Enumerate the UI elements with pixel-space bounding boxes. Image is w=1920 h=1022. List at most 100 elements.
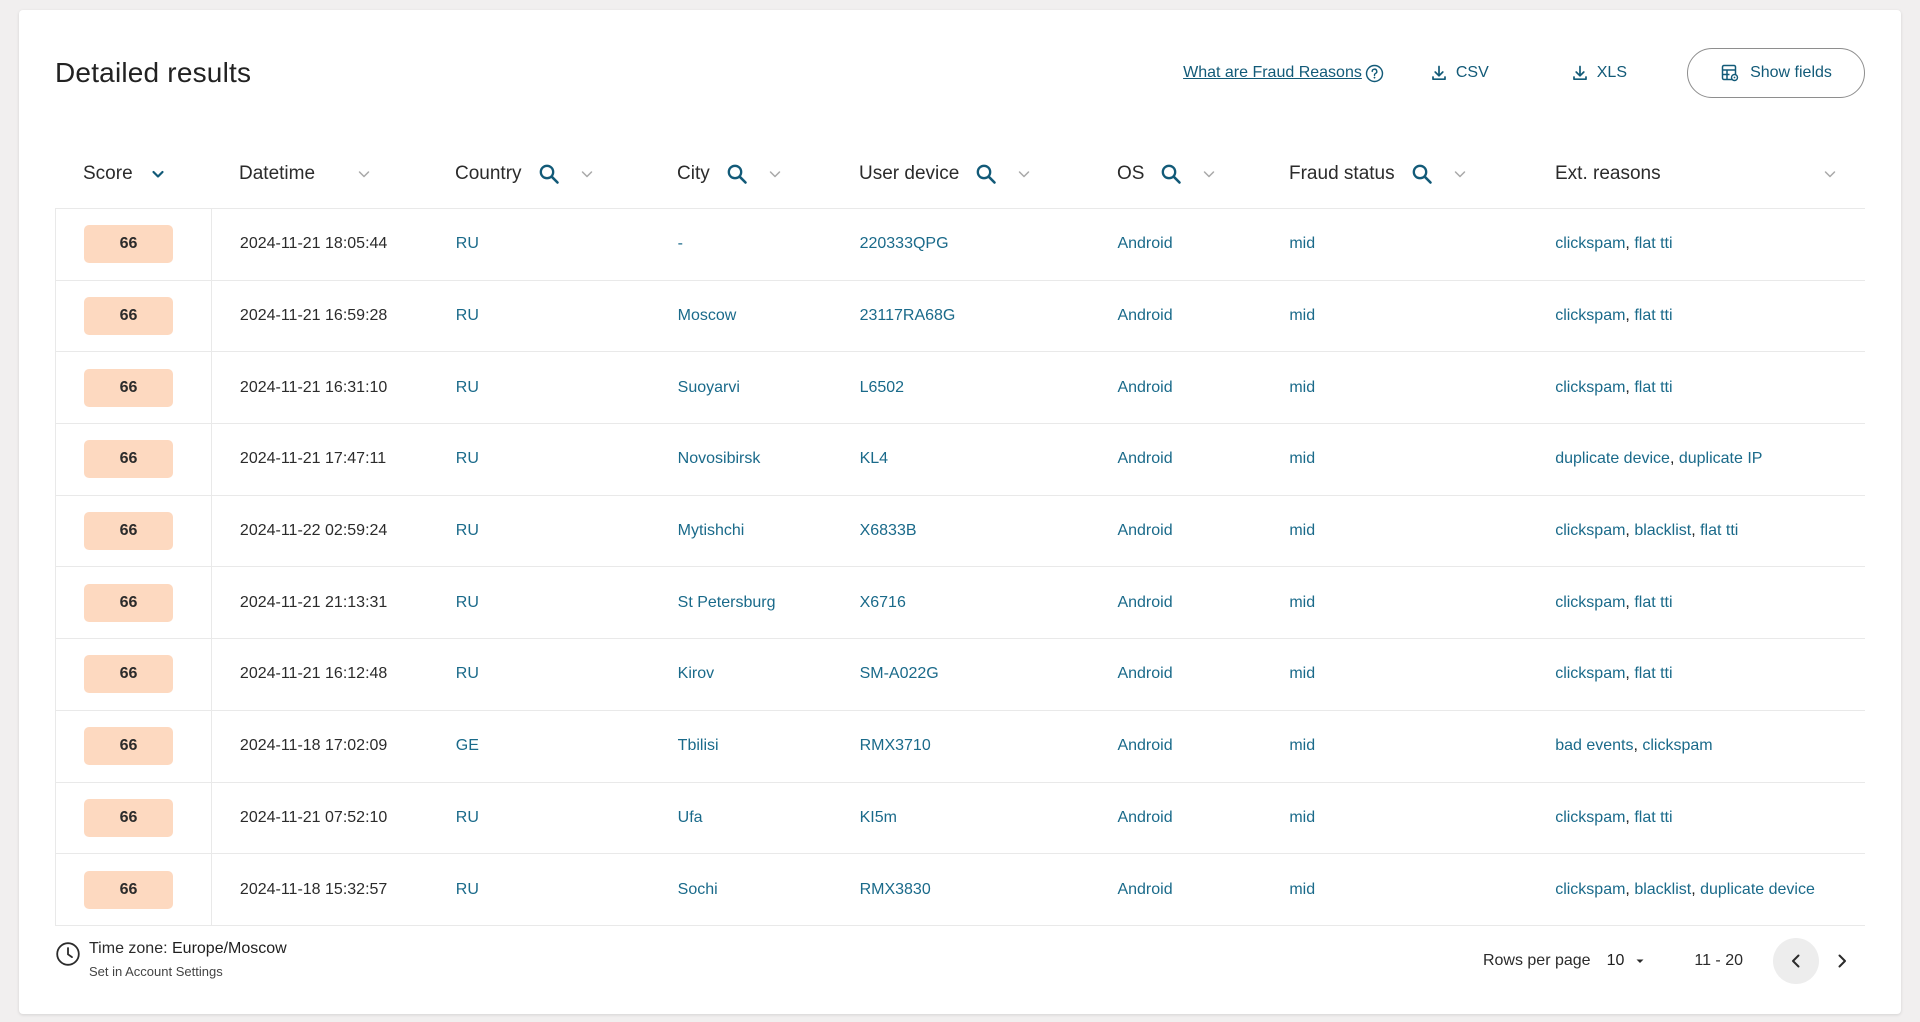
table-row[interactable]: 66 2024-11-21 16:12:48 RU Kirov SM-A022G Andr…	[56, 639, 1865, 711]
cell-city-value[interactable]: Tbilisi	[678, 737, 719, 754]
column-header-city[interactable]: City	[649, 163, 831, 185]
cell-country-value[interactable]: RU	[456, 450, 479, 467]
cell-fraud-status-value[interactable]: mid	[1289, 881, 1315, 898]
table-row[interactable]: 66 2024-11-21 21:13:31 RU St Petersburg X671…	[56, 567, 1865, 640]
download-xls-button[interactable]: XLS	[1571, 64, 1627, 82]
column-header-os[interactable]: OS	[1089, 163, 1261, 185]
table-row[interactable]: 66 2024-11-22 02:59:24 RU Mytishchi X6833B An…	[56, 495, 1865, 568]
cell-user-device-value[interactable]: X6716	[860, 594, 906, 611]
cell-city-value[interactable]: -	[678, 235, 683, 252]
table-row[interactable]: 66 2024-11-21 17:47:11 RU Novosibirsk KL4 And…	[56, 424, 1865, 496]
cell-fraud-status-value[interactable]: mid	[1289, 235, 1315, 252]
cell-user-device-value[interactable]: KL4	[860, 450, 888, 467]
chevron-down-icon[interactable]	[151, 167, 165, 181]
cell-fraud-status-value[interactable]: mid	[1289, 522, 1315, 539]
ext-reason-link[interactable]: flat tti	[1634, 665, 1672, 682]
cell-country-value[interactable]: RU	[456, 235, 479, 252]
column-header-fraud-status[interactable]: Fraud status	[1261, 163, 1527, 185]
cell-city-value[interactable]: Moscow	[678, 307, 737, 324]
cell-os-value[interactable]: Android	[1117, 522, 1172, 539]
column-header-country[interactable]: Country	[427, 163, 649, 185]
ext-reason-link[interactable]: flat tti	[1634, 307, 1672, 324]
next-page-button[interactable]	[1819, 938, 1865, 984]
ext-reason-link[interactable]: clickspam	[1555, 665, 1625, 682]
cell-country-value[interactable]: RU	[456, 522, 479, 539]
cell-city-value[interactable]: Novosibirsk	[678, 450, 761, 467]
column-header-ext-reasons[interactable]: Ext. reasons	[1527, 163, 1865, 185]
cell-user-device-value[interactable]: 220333QPG	[860, 235, 949, 252]
cell-os-value[interactable]: Android	[1117, 881, 1172, 898]
search-icon[interactable]	[975, 163, 997, 185]
cell-fraud-status-value[interactable]: mid	[1289, 450, 1315, 467]
ext-reason-link[interactable]: clickspam	[1555, 809, 1625, 826]
cell-os-value[interactable]: Android	[1117, 809, 1172, 826]
cell-user-device-value[interactable]: RMX3710	[860, 737, 931, 754]
cell-os-value[interactable]: Android	[1117, 307, 1172, 324]
cell-os-value[interactable]: Android	[1117, 450, 1172, 467]
cell-os-value[interactable]: Android	[1117, 235, 1172, 252]
cell-country-value[interactable]: RU	[456, 379, 479, 396]
cell-city-value[interactable]: Kirov	[678, 665, 714, 682]
chevron-down-icon[interactable]	[768, 167, 782, 181]
cell-country-value[interactable]: RU	[456, 881, 479, 898]
chevron-down-icon[interactable]	[1202, 167, 1216, 181]
cell-fraud-status-value[interactable]: mid	[1289, 594, 1315, 611]
chevron-down-icon[interactable]	[1823, 167, 1837, 181]
cell-fraud-status-value[interactable]: mid	[1289, 379, 1315, 396]
chevron-down-icon[interactable]	[580, 167, 594, 181]
cell-user-device-value[interactable]: L6502	[860, 379, 905, 396]
ext-reason-link[interactable]: clickspam	[1555, 307, 1625, 324]
search-icon[interactable]	[726, 163, 748, 185]
cell-user-device-value[interactable]: KI5m	[860, 809, 897, 826]
previous-page-button[interactable]	[1773, 938, 1819, 984]
cell-city-value[interactable]: Sochi	[678, 881, 718, 898]
ext-reason-link[interactable]: clickspam	[1555, 594, 1625, 611]
chevron-down-icon[interactable]	[1017, 167, 1031, 181]
column-header-datetime[interactable]: Datetime	[211, 163, 427, 185]
chevron-down-icon[interactable]	[357, 167, 371, 181]
cell-city-value[interactable]: Ufa	[678, 809, 703, 826]
cell-country-value[interactable]: GE	[456, 737, 479, 754]
ext-reason-link[interactable]: flat tti	[1700, 522, 1738, 539]
ext-reason-link[interactable]: flat tti	[1634, 235, 1672, 252]
table-row[interactable]: 66 2024-11-21 16:31:10 RU Suoyarvi L6502 Andr…	[56, 352, 1865, 425]
search-icon[interactable]	[1160, 163, 1182, 185]
chevron-down-icon[interactable]	[1453, 167, 1467, 181]
column-header-score[interactable]: Score	[55, 163, 211, 185]
cell-country-value[interactable]: RU	[456, 594, 479, 611]
rows-per-page-select[interactable]: 10	[1607, 952, 1647, 970]
ext-reason-link[interactable]: blacklist	[1634, 881, 1691, 898]
cell-country-value[interactable]: RU	[456, 665, 479, 682]
table-row[interactable]: 66 2024-11-21 16:59:28 RU Moscow 23117RA68G A…	[56, 280, 1865, 353]
cell-country-value[interactable]: RU	[456, 307, 479, 324]
download-csv-button[interactable]: CSV	[1430, 64, 1489, 82]
ext-reason-link[interactable]: clickspam	[1555, 522, 1625, 539]
ext-reason-link[interactable]: clickspam	[1555, 379, 1625, 396]
cell-user-device-value[interactable]: X6833B	[860, 522, 917, 539]
cell-city-value[interactable]: Suoyarvi	[678, 379, 740, 396]
cell-fraud-status-value[interactable]: mid	[1289, 665, 1315, 682]
ext-reason-link[interactable]: bad events	[1555, 737, 1633, 754]
ext-reason-link[interactable]: duplicate IP	[1679, 450, 1763, 467]
ext-reason-link[interactable]: flat tti	[1634, 379, 1672, 396]
table-row[interactable]: 66 2024-11-18 15:32:57 RU Sochi RMX3830 Andro…	[56, 854, 1865, 926]
cell-user-device-value[interactable]: SM-A022G	[860, 665, 939, 682]
cell-os-value[interactable]: Android	[1117, 379, 1172, 396]
table-row[interactable]: 66 2024-11-21 07:52:10 RU Ufa KI5m Android mid…	[56, 782, 1865, 855]
show-fields-button[interactable]: Show fields	[1687, 48, 1865, 98]
table-row[interactable]: 66 2024-11-21 18:05:44 RU - 220333QPG Android…	[56, 209, 1865, 281]
ext-reason-link[interactable]: clickspam	[1555, 235, 1625, 252]
column-header-user-device[interactable]: User device	[831, 163, 1089, 185]
cell-fraud-status-value[interactable]: mid	[1289, 737, 1315, 754]
cell-city-value[interactable]: Mytishchi	[678, 522, 745, 539]
cell-os-value[interactable]: Android	[1117, 737, 1172, 754]
cell-user-device-value[interactable]: 23117RA68G	[860, 307, 956, 324]
cell-os-value[interactable]: Android	[1117, 665, 1172, 682]
cell-city-value[interactable]: St Petersburg	[678, 594, 776, 611]
ext-reason-link[interactable]: clickspam	[1642, 737, 1712, 754]
search-icon[interactable]	[538, 163, 560, 185]
cell-fraud-status-value[interactable]: mid	[1289, 809, 1315, 826]
ext-reason-link[interactable]: duplicate device	[1555, 450, 1670, 467]
fraud-reasons-link[interactable]: What are Fraud Reasons	[1183, 64, 1384, 83]
cell-os-value[interactable]: Android	[1117, 594, 1172, 611]
